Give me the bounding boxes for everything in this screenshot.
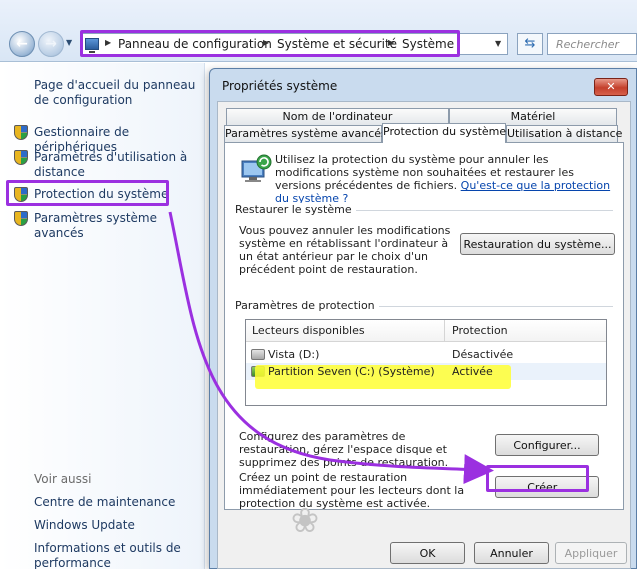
uac-shield-icon	[14, 150, 28, 165]
restore-group-label: Restaurer le système	[235, 203, 356, 216]
protection-group-label: Paramètres de protection	[235, 299, 379, 312]
performance-info-link[interactable]: Informations et outils de performance	[34, 541, 184, 569]
drive-protection: Désactivée	[452, 348, 514, 361]
history-dropdown-icon[interactable]: ▼	[66, 38, 72, 47]
address-dropdown-icon[interactable]: ▼	[495, 39, 501, 48]
uac-shield-icon	[14, 211, 28, 226]
close-button[interactable]: ✕	[594, 78, 628, 96]
column-protection[interactable]: Protection	[452, 324, 508, 337]
drive-row[interactable]: Vista (D:) Désactivée	[246, 346, 606, 363]
drives-list[interactable]: Lecteurs disponibles Protection Vista (D…	[245, 319, 607, 406]
configure-button[interactable]: Configurer...	[495, 434, 599, 456]
drive-name: Vista (D:)	[268, 348, 320, 361]
see-also-heading: Voir aussi	[34, 472, 92, 486]
drives-list-header: Lecteurs disponibles Protection	[246, 320, 606, 342]
action-center-link[interactable]: Centre de maintenance	[34, 495, 175, 510]
system-protection-highlight	[6, 180, 169, 206]
drive-row-selected[interactable]: Partition Seven (C:) (Système) Activée	[246, 363, 606, 380]
search-input[interactable]: Rechercher	[547, 33, 637, 55]
advanced-system-settings-link[interactable]: Paramètres système avancés	[34, 211, 204, 241]
drive-icon	[251, 349, 265, 360]
address-bar: ← → ▼ ▶ Panneau de configuration ▶ Systè…	[0, 0, 637, 62]
tab-advanced[interactable]: Paramètres système avancés	[224, 125, 387, 143]
ok-button[interactable]: OK	[390, 542, 465, 564]
system-properties-dialog: Propriétés système ✕ Nom de l'ordinateur…	[209, 68, 637, 569]
window: ← → ▼ ▶ Panneau de configuration ▶ Systè…	[0, 0, 637, 569]
system-restore-button[interactable]: Restauration du système...	[460, 233, 615, 255]
forward-button[interactable]: →	[38, 31, 64, 57]
dialog-title: Propriétés système	[222, 79, 338, 93]
apply-button[interactable]: Appliquer	[555, 542, 627, 564]
column-available-drives[interactable]: Lecteurs disponibles	[252, 324, 365, 337]
left-pane: Page d'accueil du panneau de configurati…	[0, 63, 205, 569]
uac-shield-icon	[14, 125, 28, 140]
column-separator[interactable]	[444, 320, 445, 342]
refresh-icon: ⇆	[524, 36, 536, 51]
drive-name: Partition Seven (C:) (Système)	[268, 365, 435, 378]
close-icon: ✕	[606, 80, 616, 93]
control-panel-home-link[interactable]: Page d'accueil du panneau de configurati…	[34, 78, 199, 108]
system-protection-icon	[241, 154, 272, 182]
cancel-button[interactable]: Annuler	[474, 542, 549, 564]
watermark-logo: ❀	[290, 501, 320, 541]
restore-description: Vous pouvez annuler les modifications sy…	[239, 224, 451, 276]
remote-settings-link[interactable]: Paramètres d'utilisation à distance	[34, 150, 194, 180]
drive-protection: Activée	[452, 365, 493, 378]
intro-text: Utilisez la protection du système pour a…	[275, 153, 615, 205]
refresh-button[interactable]: ⇆	[517, 33, 543, 55]
create-button-highlight	[486, 465, 589, 492]
configure-description: Configurez des paramètres de restauratio…	[239, 430, 449, 469]
dialog-client-area: Nom de l'ordinateur Matériel Paramètres …	[217, 101, 631, 569]
windows-update-link[interactable]: Windows Update	[34, 518, 135, 533]
breadcrumb-highlight	[80, 30, 460, 57]
tab-system-protection[interactable]: Protection du système	[382, 123, 506, 143]
create-description: Créez un point de restauration immédiate…	[239, 471, 465, 510]
tab-panel: Utilisez la protection du système pour a…	[224, 142, 624, 510]
tab-remote[interactable]: Utilisation à distance	[506, 125, 622, 143]
back-button[interactable]: ←	[9, 31, 35, 57]
